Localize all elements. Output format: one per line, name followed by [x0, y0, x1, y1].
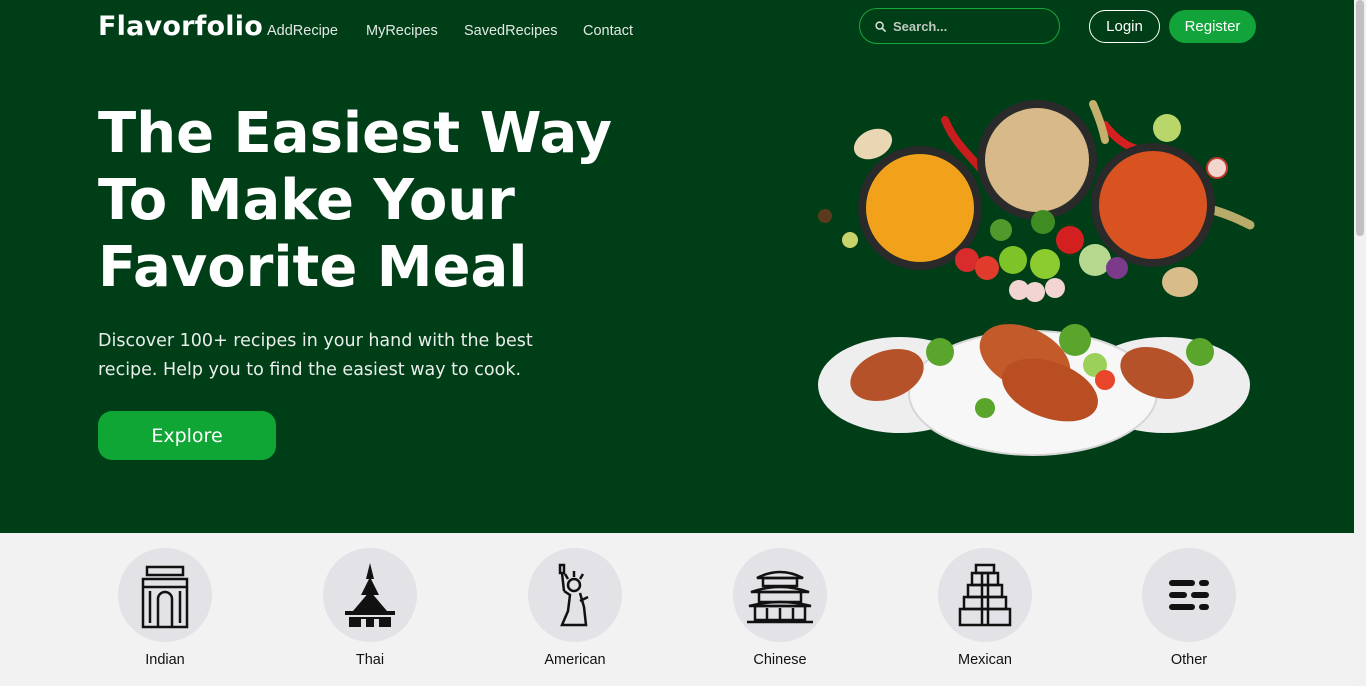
hero-section: Flavorfolio AddRecipe MyRecipes SavedRec…: [0, 0, 1354, 533]
india-gate-icon: [141, 565, 189, 629]
menu-lines-icon: [1169, 580, 1209, 610]
nav-link-my-recipes[interactable]: MyRecipes: [366, 23, 438, 39]
mayan-pyramid-icon: [958, 563, 1012, 627]
category-other-circle: [1142, 548, 1236, 642]
search-box[interactable]: [859, 8, 1060, 44]
thai-temple-icon: [345, 563, 395, 627]
search-icon: [875, 20, 886, 32]
scrollbar-thumb[interactable]: [1356, 0, 1364, 236]
nav-link-add-recipe[interactable]: AddRecipe: [267, 23, 338, 39]
category-mexican-circle: [938, 548, 1032, 642]
category-other-label: Other: [1170, 652, 1208, 668]
category-american-label: American: [544, 652, 606, 668]
hero-subtitle: Discover 100+ recipes in your hand with …: [98, 331, 533, 380]
register-button[interactable]: Register: [1169, 10, 1256, 43]
category-thai[interactable]: Thai: [310, 548, 430, 668]
category-mexican[interactable]: Mexican: [925, 548, 1045, 668]
hero-headline: The Easiest Way To Make Your Favorite Me…: [98, 101, 613, 300]
category-chinese[interactable]: Chinese: [720, 548, 840, 668]
category-indian[interactable]: Indian: [105, 548, 225, 668]
explore-button[interactable]: Explore: [98, 411, 276, 460]
category-indian-label: Indian: [145, 652, 185, 668]
category-thai-circle: [323, 548, 417, 642]
hero-food-image: [818, 100, 1255, 456]
category-american-circle: [528, 548, 622, 642]
category-chinese-circle: [733, 548, 827, 642]
category-american[interactable]: American: [515, 548, 635, 668]
login-button[interactable]: Login: [1089, 10, 1160, 43]
pagoda-icon: [747, 570, 813, 624]
categories-section: Indian Thai American Chinese Mexican Oth…: [0, 533, 1354, 686]
category-other[interactable]: Other: [1129, 548, 1249, 668]
page-scrollbar[interactable]: [1354, 0, 1366, 686]
nav-link-saved-recipes[interactable]: SavedRecipes: [464, 23, 558, 39]
nav-link-contact[interactable]: Contact: [583, 23, 633, 39]
search-input[interactable]: [891, 17, 1055, 35]
category-indian-circle: [118, 548, 212, 642]
statue-of-liberty-icon: [558, 563, 589, 627]
brand-logo[interactable]: Flavorfolio: [98, 11, 263, 42]
category-chinese-label: Chinese: [753, 652, 807, 668]
category-mexican-label: Mexican: [958, 652, 1012, 668]
category-thai-label: Thai: [355, 652, 385, 668]
